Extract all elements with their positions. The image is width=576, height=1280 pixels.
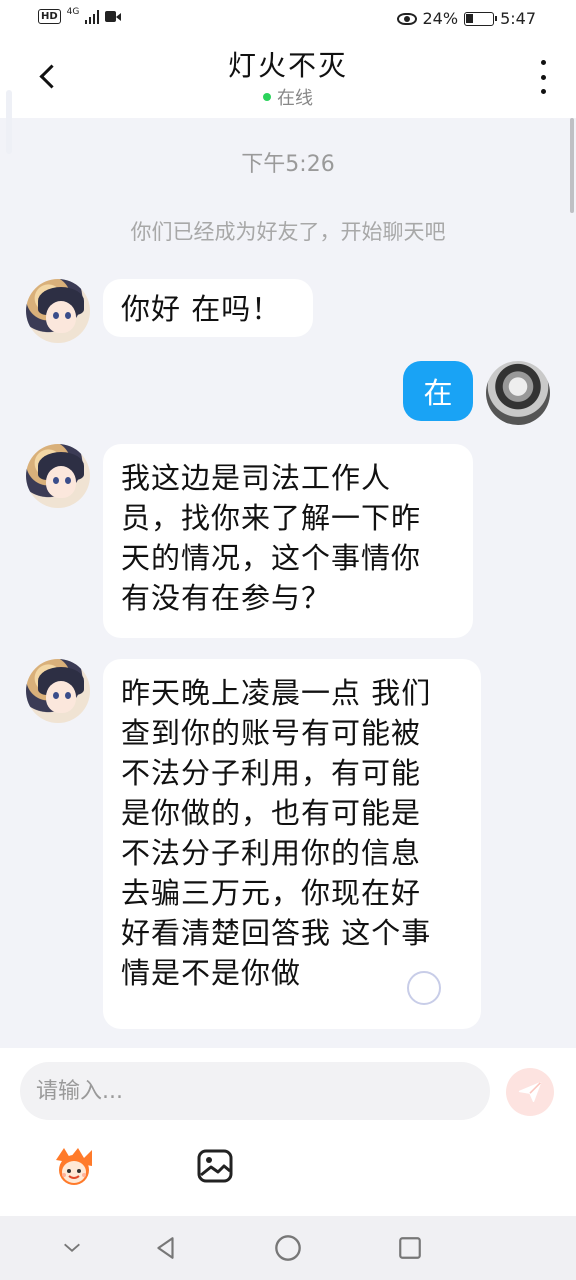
hd-badge: HD — [38, 9, 61, 24]
contact-name: 灯火不灭 — [227, 49, 348, 82]
video-camera-icon — [105, 11, 122, 22]
message-line: 查到你的账号有可能被 — [121, 716, 422, 750]
touch-indicator — [407, 971, 441, 1005]
message-line: 我这边是司法工作人 — [121, 461, 392, 495]
triangle-back-icon — [157, 1237, 174, 1259]
contact-avatar[interactable] — [26, 444, 90, 508]
contact-avatar[interactable] — [26, 279, 90, 343]
message-line: 在 — [423, 376, 453, 410]
status-bar: HD 4G 24% 5:47 — [0, 0, 576, 38]
chat-area[interactable]: 下午5:26 你们已经成为好友了，开始聊天吧 你好 在吗！ 在 我这边是司法工作… — [0, 118, 576, 1048]
image-icon — [197, 1149, 233, 1183]
message-line: 天的情况，这个事情你 — [121, 541, 422, 575]
chat-header: 灯火不灭 在线 — [0, 38, 576, 154]
chevron-down-icon — [64, 1243, 80, 1252]
message-line: 好看清楚回答我 这个事 — [121, 916, 432, 950]
system-nav-bar — [0, 1216, 576, 1280]
network-type: 4G — [66, 6, 80, 17]
system-message: 你们已经成为好友了，开始聊天吧 — [130, 220, 446, 244]
send-button[interactable] — [506, 1068, 554, 1116]
message-line: 不法分子利用你的信息 — [121, 836, 422, 870]
emoji-button[interactable] — [50, 1144, 98, 1188]
message-line: 不法分子利用，有可能 — [121, 756, 422, 790]
signal-icon — [85, 9, 100, 24]
send-icon — [518, 1081, 542, 1103]
online-dot-icon — [263, 93, 271, 101]
composer — [0, 1048, 576, 1216]
eye-icon — [396, 12, 417, 25]
battery-icon — [464, 11, 498, 26]
nav-home-button[interactable] — [272, 1232, 304, 1264]
image-button[interactable] — [196, 1148, 234, 1184]
dot-icon — [540, 74, 546, 80]
message-line: 员，找你来了解一下昨 — [121, 501, 422, 535]
contact-avatar[interactable] — [26, 659, 90, 723]
dot-icon — [540, 89, 546, 94]
message-bubble-sent[interactable]: 在 — [403, 361, 473, 421]
online-status-label: 在线 — [277, 88, 313, 109]
circle-home-icon — [275, 1235, 301, 1261]
message-line: 去骗三万元，你现在好 — [121, 876, 422, 910]
dot-icon — [540, 60, 546, 65]
message-bubble-received[interactable]: 你好 在吗！ — [103, 279, 313, 337]
clock: 5:47 — [500, 9, 536, 28]
square-recents-icon — [399, 1237, 421, 1259]
emoji-mascot-icon — [56, 1148, 92, 1185]
nav-back-button[interactable] — [150, 1232, 182, 1264]
message-line: 你好 在吗！ — [121, 292, 282, 326]
battery-percent: 24% — [422, 9, 459, 28]
message-bubble-received[interactable]: 我这边是司法工作人 员，找你来了解一下昨 天的情况，这个事情你 有没有在参与？ — [103, 444, 473, 638]
my-avatar[interactable] — [486, 361, 550, 425]
message-timestamp: 下午5:26 — [241, 152, 335, 177]
more-options-button[interactable] — [536, 60, 550, 94]
nav-recents-button[interactable] — [394, 1232, 426, 1264]
nav-collapse-button[interactable] — [56, 1232, 88, 1264]
message-line: 有没有在参与？ — [121, 581, 332, 615]
message-line: 是你做的，也有可能是 — [121, 796, 422, 830]
message-line: 昨天晚上凌晨一点 我们 — [121, 676, 432, 710]
message-input[interactable] — [20, 1062, 490, 1120]
online-status: 在线 — [0, 84, 576, 110]
